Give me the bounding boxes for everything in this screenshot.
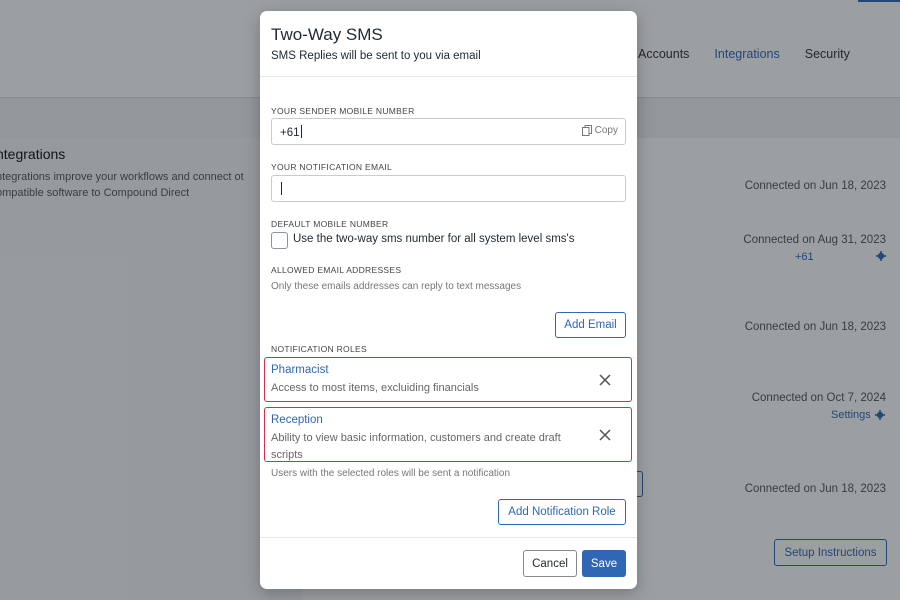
text-caret xyxy=(281,182,282,195)
default-mobile-checkbox-label[interactable]: Use the two-way sms number for all syste… xyxy=(293,233,574,245)
allowed-emails-label: ALLOWED EMAIL ADDRESSES xyxy=(271,265,402,275)
sender-number-field[interactable]: +61 Copy xyxy=(271,118,626,145)
add-notification-role-button[interactable]: Add Notification Role xyxy=(498,499,626,525)
cancel-button[interactable]: Cancel xyxy=(523,550,577,577)
sender-number-label: YOUR SENDER MOBILE NUMBER xyxy=(271,106,415,116)
modal-header: Two-Way SMS SMS Replies will be sent to … xyxy=(260,11,637,77)
notification-email-label: YOUR NOTIFICATION EMAIL xyxy=(271,162,393,172)
allowed-emails-help: Only these emails addresses can reply to… xyxy=(271,281,522,292)
modal-subtitle: SMS Replies will be sent to you via emai… xyxy=(271,50,481,62)
default-mobile-checkbox[interactable] xyxy=(271,232,288,249)
role-description: Access to most items, excluiding financi… xyxy=(271,382,479,394)
modal-footer xyxy=(260,537,637,589)
role-name: Pharmacist xyxy=(271,364,329,376)
notification-email-value xyxy=(280,182,282,196)
notification-email-field[interactable] xyxy=(271,175,626,202)
save-button[interactable]: Save xyxy=(582,550,626,577)
notification-roles-label: NOTIFICATION ROLES xyxy=(271,344,367,354)
copy-icon xyxy=(581,125,592,136)
role-item-reception: Reception Ability to view basic informat… xyxy=(264,407,632,462)
default-mobile-label: DEFAULT MOBILE NUMBER xyxy=(271,219,389,229)
copy-label: Copy xyxy=(594,125,618,136)
roles-help: Users with the selected roles will be se… xyxy=(271,468,511,479)
role-description-line: scripts xyxy=(271,449,303,461)
close-icon[interactable] xyxy=(599,374,611,386)
role-description: Ability to view basic information, custo… xyxy=(271,430,561,464)
sender-number-value: +61 xyxy=(280,125,302,139)
two-way-sms-modal: Two-Way SMS SMS Replies will be sent to … xyxy=(260,11,637,589)
role-name: Reception xyxy=(271,414,323,426)
role-description-line: Ability to view basic information, custo… xyxy=(271,432,561,444)
copy-button[interactable]: Copy xyxy=(581,125,618,136)
modal-title: Two-Way SMS xyxy=(271,25,383,44)
role-item-pharmacist: Pharmacist Access to most items, excluid… xyxy=(264,357,632,402)
add-email-button[interactable]: Add Email xyxy=(555,312,626,338)
close-icon[interactable] xyxy=(599,429,611,441)
text-caret xyxy=(300,125,302,138)
